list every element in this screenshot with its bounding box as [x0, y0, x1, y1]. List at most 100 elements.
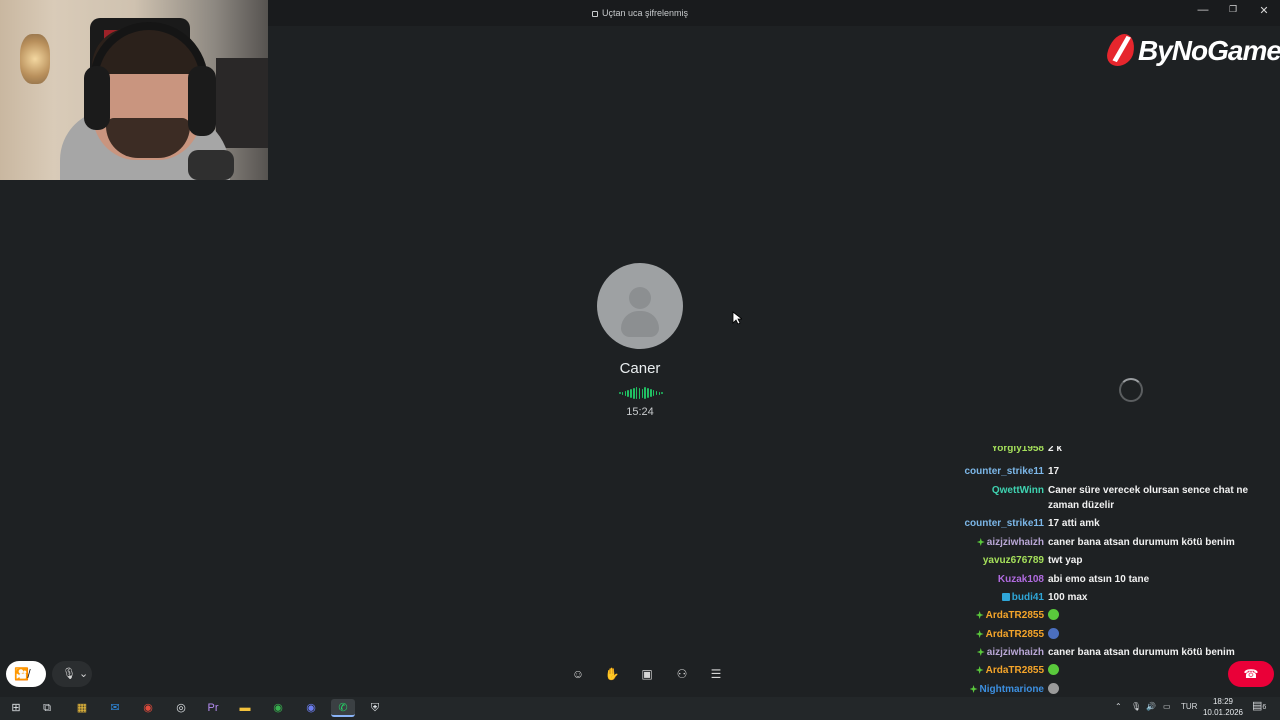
chat-username: yavuz676789: [983, 553, 1044, 568]
chat-username-text: counter_strike11: [964, 518, 1045, 529]
chat-username-text: Nightmarione: [979, 684, 1044, 695]
add-person-button[interactable]: ⚇: [671, 664, 693, 684]
chat-username-text: budi41: [1011, 592, 1044, 603]
maximize-button[interactable]: ❐: [1218, 4, 1248, 15]
chat-emote-icon: [1048, 609, 1059, 620]
chat-text: 2 k: [1048, 446, 1062, 454]
taskbar-app-mail[interactable]: ✉: [103, 699, 127, 717]
taskbar-app-steelseries[interactable]: ◎: [169, 699, 193, 717]
taskbar-app-shield[interactable]: ⛨: [363, 699, 387, 717]
headphone-right: [188, 66, 216, 136]
taskbar-clock[interactable]: 18:29 10.01.2026: [1200, 696, 1246, 718]
taskbar-app-store[interactable]: ▦: [70, 699, 94, 717]
task-view-icon: ⧉: [43, 702, 51, 714]
taskbar-app-chrome-profile[interactable]: ◉: [299, 699, 323, 717]
wave-bar: [661, 392, 663, 394]
star-badge-icon: [975, 611, 984, 619]
chat-text: caner bana atsan durumum kötü benim: [1048, 647, 1235, 658]
notifications-button[interactable]: ▤6: [1252, 699, 1266, 712]
chat-username: QwettWinn: [992, 483, 1044, 498]
wave-bar: [621, 391, 624, 395]
tray-volume-icon[interactable]: 🔊: [1146, 702, 1156, 711]
chrome-icon: ◉: [306, 702, 316, 714]
end-call-button[interactable]: ☎: [1228, 661, 1274, 687]
close-button[interactable]: ✕: [1249, 4, 1279, 17]
tray-mic-icon[interactable]: 🎙: [1131, 702, 1141, 711]
end-call-icon: ☎: [1243, 667, 1259, 681]
chat-text: 100 max: [1048, 592, 1088, 603]
chat-text: [1048, 608, 1270, 623]
clock-time: 18:29: [1212, 697, 1234, 706]
encryption-label: Uçtan uca şifrelenmiş: [601, 8, 689, 18]
minimize-button[interactable]: —: [1188, 4, 1218, 16]
share-screen-button[interactable]: ▣: [636, 664, 658, 684]
wave-bar: [633, 387, 635, 399]
wave-bar: [644, 387, 646, 399]
task-view-button[interactable]: ⧉: [35, 699, 59, 717]
wave-bar: [655, 391, 658, 395]
microphone-toggle-button[interactable]: 🎙 ⌄: [52, 661, 92, 687]
call-duration: 15:24: [626, 406, 654, 418]
taskbar-app-chrome-2[interactable]: ◉: [266, 699, 290, 717]
taskbar-app-explorer[interactable]: ▬: [233, 699, 257, 717]
more-button[interactable]: ☰: [705, 664, 727, 684]
chat-emote-icon: [1048, 664, 1059, 675]
taskbar-app-premiere[interactable]: Pr: [201, 699, 225, 717]
chat-username: Yorgly1958: [991, 446, 1044, 454]
chat-emote-icon: [1048, 683, 1059, 694]
lock-icon: [591, 10, 598, 17]
chat-text: 17: [1048, 466, 1060, 477]
chat-username-text: aizjziwhaizh: [986, 647, 1044, 658]
more-icon: ☰: [710, 667, 722, 681]
raise-hand-icon: ✋: [604, 667, 620, 681]
wave-bar: [630, 388, 632, 398]
chat-username: counter_strike11: [965, 516, 1045, 531]
windows-icon: ⊞: [11, 702, 21, 714]
person-icon-head: [629, 287, 651, 309]
chat-username-text: counter_strike11: [964, 466, 1045, 477]
taskbar-app-whatsapp[interactable]: ✆: [331, 699, 355, 717]
wave-bar: [641, 388, 644, 398]
bynogame-logo-icon: [1104, 34, 1138, 66]
chat-username: ArdaTR2855: [975, 608, 1044, 623]
share-screen-icon: ▣: [641, 667, 653, 681]
star-badge-icon: [976, 538, 985, 546]
start-button[interactable]: ⊞: [4, 699, 28, 717]
chat-username: aizjziwhaizh: [976, 645, 1044, 660]
notification-icon: ▤: [1252, 700, 1263, 712]
emoji-button[interactable]: ☺: [567, 664, 589, 684]
app-icon: ◎: [176, 702, 186, 714]
wave-bar: [638, 387, 641, 399]
wave-bar: [647, 388, 649, 398]
lamp: [20, 34, 50, 84]
tray-language[interactable]: TUR: [1181, 702, 1197, 711]
chat-text: twt yap: [1048, 555, 1083, 566]
chat-text: 17 atti amk: [1048, 518, 1100, 529]
microphone-icon: 🎙 ⌄: [62, 668, 89, 680]
chat-text: caner bana atsan durumum kötü benim: [1048, 537, 1235, 548]
webcam-overlay: [0, 0, 268, 180]
shield-icon: ⛨: [370, 702, 380, 714]
star-badge-icon: [975, 666, 984, 674]
wave-bar: [627, 389, 629, 397]
person-icon-body: [621, 311, 659, 337]
video-toggle-button[interactable]: 🎦̸: [6, 661, 46, 687]
chat-text: [1048, 627, 1270, 642]
brand-name: ByNoGame: [1138, 35, 1280, 66]
clock-date: 10.01.2026: [1202, 708, 1244, 717]
microphone: [188, 150, 234, 180]
wave-bar: [658, 391, 661, 395]
raise-hand-button[interactable]: ✋: [601, 664, 623, 684]
tray-network-icon[interactable]: ▭: [1163, 702, 1171, 711]
chat-username-text: Kuzak108: [997, 574, 1044, 585]
brand-logo: ByNoGame: [1104, 34, 1280, 68]
premiere-icon: Pr: [207, 702, 219, 714]
tray-chevron-icon[interactable]: ⌃: [1115, 702, 1122, 711]
chat-username: aizjziwhaizh: [976, 535, 1044, 550]
wave-bar: [650, 389, 652, 397]
taskbar-app-chrome[interactable]: ◉: [136, 699, 160, 717]
chrome-icon: ◉: [273, 702, 283, 714]
chat-username: Kuzak108: [998, 572, 1044, 587]
mail-icon: ✉: [110, 702, 120, 714]
shelf: [216, 58, 268, 148]
